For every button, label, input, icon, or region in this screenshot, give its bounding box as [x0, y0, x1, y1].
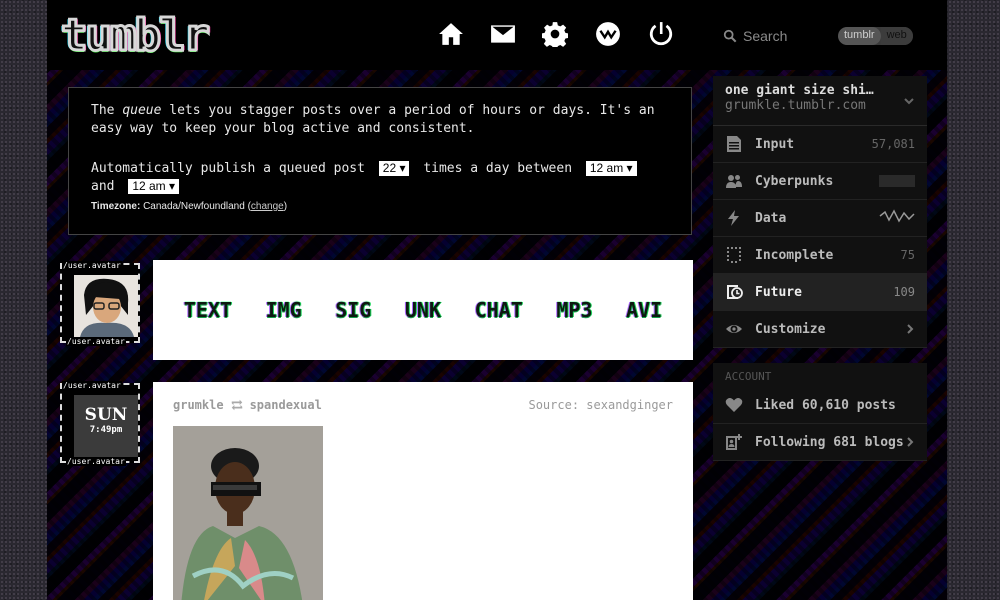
avatar-image	[74, 275, 138, 337]
blog-title: one giant size shi…	[725, 83, 874, 98]
activity-icon[interactable]	[594, 20, 622, 48]
reblog-source-link[interactable]: spandexual	[250, 398, 322, 412]
change-timezone-link[interactable]: change	[251, 201, 284, 212]
post-type-link[interactable]: UNK	[405, 298, 441, 322]
account-title: Account	[725, 370, 772, 383]
date-time: 7:49pm	[89, 425, 123, 435]
sidebar-item-posts[interactable]: Input 57,081	[713, 126, 927, 163]
sidebar-item-drafts[interactable]: Incomplete 75	[713, 237, 927, 274]
times-per-day-select[interactable]: 22 ▾	[378, 161, 410, 176]
power-icon[interactable]	[647, 20, 675, 48]
search-icon	[723, 29, 737, 43]
end-time-select[interactable]: 12 am ▾	[128, 179, 180, 194]
account-item-following[interactable]: Following 681 blogs	[713, 424, 927, 461]
activity-sparkline	[879, 208, 915, 228]
followers-icon	[725, 172, 743, 190]
home-icon[interactable]	[437, 20, 465, 48]
gear-icon[interactable]	[541, 20, 569, 48]
queue-schedule-row: Automatically publish a queued post 22 ▾…	[91, 160, 669, 196]
post-type-chat[interactable]: CHAT	[475, 298, 523, 322]
post-photo[interactable]	[173, 426, 323, 600]
chevron-right-icon	[907, 437, 914, 447]
tumblr-web-toggle[interactable]: tumblr web	[838, 27, 913, 45]
sidebar-item-followers[interactable]: Cyberpunks	[713, 163, 927, 200]
lightning-icon	[725, 209, 743, 227]
post-type-video[interactable]: AVI	[626, 298, 662, 322]
blog-switcher[interactable]: one giant size shi… grumkle.tumblr.com	[713, 76, 927, 126]
toggle-web[interactable]: web	[880, 27, 913, 45]
queue-icon	[725, 283, 743, 301]
sidebar-item-activity[interactable]: Data	[713, 200, 927, 237]
post-header: grumkle spandexual Source: sexandginger	[173, 398, 673, 412]
post-type-quote[interactable]: SIG	[335, 298, 371, 322]
mail-icon[interactable]	[489, 20, 517, 48]
timezone-value: Canada/Newfoundland	[143, 201, 245, 212]
sidebar-item-customize[interactable]: Customize	[713, 311, 927, 348]
start-time-select[interactable]: 12 am ▾	[585, 161, 637, 176]
queue-settings-panel: The queue lets you stagger posts over a …	[68, 87, 692, 235]
account-item-likes[interactable]: Liked 60,610 posts	[713, 387, 927, 424]
queue-emphasis: queue	[122, 103, 162, 118]
post-type-text[interactable]: TEXT	[184, 298, 232, 322]
top-navigation-bar: tumblr tumblr web	[47, 0, 947, 70]
queue-intro: The queue lets you stagger posts over a …	[91, 103, 655, 136]
post-type-image[interactable]: IMG	[266, 298, 302, 322]
account-panel: Account Liked 60,610 posts Following 681…	[713, 363, 927, 461]
post-author-link[interactable]: grumkle	[173, 398, 224, 412]
timezone-row: Timezone: Canada/Newfoundland (change)	[91, 201, 288, 212]
date-day: SUN	[84, 405, 128, 425]
heart-icon	[725, 396, 743, 414]
posts-icon	[725, 135, 743, 153]
date-badge: /user.avatar SUN 7:49pm /user.avatar	[60, 381, 140, 466]
post-source: Source: sexandginger	[528, 398, 673, 412]
search-input[interactable]	[743, 28, 813, 44]
drafts-icon	[725, 246, 743, 264]
chevron-right-icon	[907, 324, 914, 334]
user-avatar[interactable]: /user.avatar /user.avatar	[60, 261, 140, 346]
tumblr-logo[interactable]: tumblr	[60, 10, 212, 61]
post-type-audio[interactable]: MP3	[556, 298, 592, 322]
post-card: grumkle spandexual Source: sexandginger	[153, 382, 693, 600]
search-box[interactable]	[723, 26, 823, 46]
post-type-bar: TEXT IMG SIG UNK CHAT MP3 AVI	[153, 260, 693, 360]
date-display: SUN 7:49pm	[74, 395, 138, 457]
sidebar-item-queue[interactable]: Future 109	[713, 274, 927, 311]
following-icon	[725, 433, 743, 451]
redacted-count	[879, 175, 915, 187]
blog-sidebar: one giant size shi… grumkle.tumblr.com I…	[713, 76, 927, 348]
chevron-down-icon	[904, 98, 914, 105]
eye-icon	[725, 320, 743, 338]
blog-url: grumkle.tumblr.com	[725, 98, 866, 113]
toggle-tumblr[interactable]: tumblr	[838, 27, 881, 45]
post-source-link[interactable]: sexandginger	[586, 398, 673, 412]
reblog-icon	[231, 399, 242, 411]
